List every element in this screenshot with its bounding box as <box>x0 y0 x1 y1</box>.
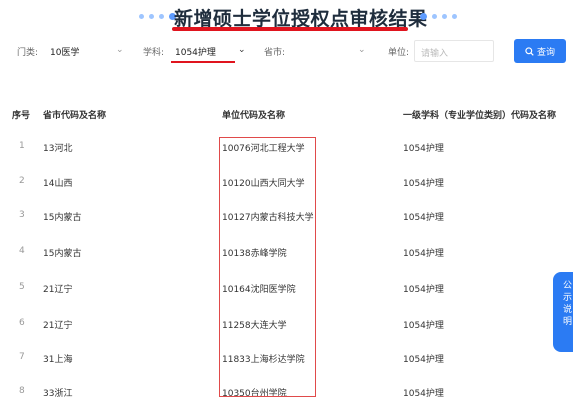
unit-placeholder: 请输入 <box>421 49 449 59</box>
category-value: 10医学 <box>50 47 80 58</box>
title-decoration-left <box>139 12 176 20</box>
title-decoration-right <box>420 12 457 20</box>
row-discipline: 1054护理 <box>403 355 444 365</box>
search-button-label: 查询 <box>536 47 555 58</box>
title-red-underline <box>172 27 408 31</box>
province-label: 省市: <box>264 48 286 58</box>
row-index: 6 <box>19 318 25 328</box>
row-index: 4 <box>19 246 25 256</box>
side-tab-char: 示 <box>563 293 573 303</box>
row-province: 31上海 <box>43 355 73 365</box>
chevron-down-icon: ⌄ <box>116 45 124 55</box>
results-page: 新增硕士学位授权点审核结果 门类: 10医学 ⌄ 学科: 1054护理 ⌄ 省市… <box>0 0 573 400</box>
header-discipline: 一级学科（专业学位类别）代码及名称 <box>403 111 557 121</box>
row-province: 15内蒙古 <box>43 249 82 259</box>
row-index: 5 <box>19 282 25 292</box>
row-discipline: 1054护理 <box>403 249 444 259</box>
row-discipline: 1054护理 <box>403 213 444 223</box>
row-discipline: 1054护理 <box>403 179 444 189</box>
header-unit: 单位代码及名称 <box>222 111 286 121</box>
row-index: 2 <box>19 176 25 186</box>
discipline-label: 学科: <box>143 48 165 58</box>
unit-input[interactable]: 请输入 <box>414 40 494 62</box>
discipline-value: 1054护理 <box>175 47 216 58</box>
row-province: 33浙江 <box>43 389 73 399</box>
row-index: 3 <box>19 210 25 220</box>
search-icon <box>525 46 534 56</box>
filter-bar: 门类: 10医学 ⌄ 学科: 1054护理 ⌄ 省市: ⌄ 单位: 请输入 查询 <box>0 39 573 64</box>
unit-column-highlight <box>219 137 316 397</box>
row-province: 21辽宁 <box>43 285 73 295</box>
search-button[interactable]: 查询 <box>514 39 566 63</box>
row-province: 21辽宁 <box>43 321 73 331</box>
side-notice-tab[interactable]: 公 示 说 明 <box>553 272 573 352</box>
unit-label: 单位: <box>388 48 410 58</box>
row-discipline: 1054护理 <box>403 321 444 331</box>
header-index: 序号 <box>12 111 31 121</box>
discipline-select[interactable]: 1054护理 <box>171 40 246 62</box>
side-tab-char: 明 <box>563 317 573 327</box>
category-label: 门类: <box>17 48 39 58</box>
row-index: 8 <box>19 386 25 396</box>
row-index: 7 <box>19 352 25 362</box>
title-bar: 新增硕士学位授权点审核结果 <box>0 0 573 34</box>
discipline-red-underline <box>171 61 235 63</box>
row-index: 1 <box>19 141 25 151</box>
row-discipline: 1054护理 <box>403 285 444 295</box>
table-header: 序号 省市代码及名称 单位代码及名称 一级学科（专业学位类别）代码及名称 <box>0 106 573 124</box>
row-discipline: 1054护理 <box>403 144 444 154</box>
row-discipline: 1054护理 <box>403 389 444 399</box>
header-province: 省市代码及名称 <box>43 111 107 121</box>
chevron-down-icon: ⌄ <box>358 45 366 55</box>
row-province: 13河北 <box>43 144 73 154</box>
row-province: 14山西 <box>43 179 73 189</box>
chevron-down-icon: ⌄ <box>238 45 246 55</box>
category-select[interactable]: 10医学 <box>46 40 126 62</box>
side-tab-char: 说 <box>563 305 573 315</box>
row-province: 15内蒙古 <box>43 213 82 223</box>
side-tab-char: 公 <box>563 281 573 291</box>
